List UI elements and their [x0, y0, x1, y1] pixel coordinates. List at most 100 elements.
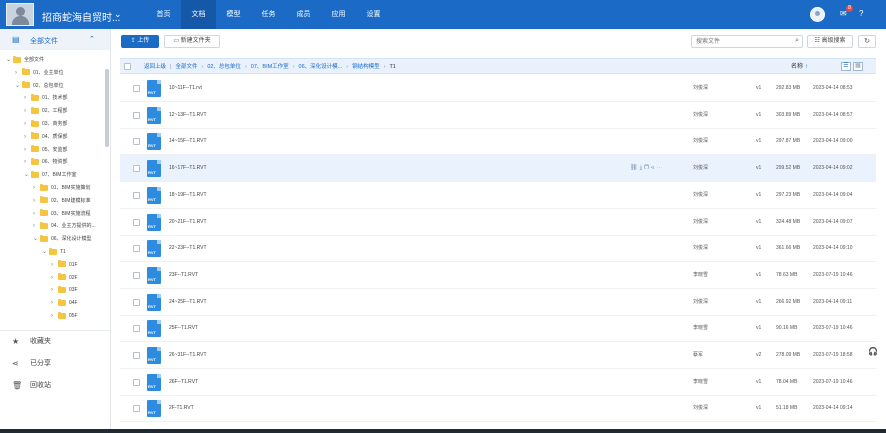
- nav-apps[interactable]: 应用: [321, 0, 356, 29]
- chevron-right-icon[interactable]: ›: [33, 195, 40, 207]
- table-row[interactable]: RVT 16~17F--T1.RVT ⛓⤓❐⋖⋯ 刘俊深 v1 299.52 MB 2023…: [120, 155, 876, 183]
- copy-icon[interactable]: ❐: [644, 165, 651, 171]
- table-row[interactable]: RVT 25F--T1.RVT 李晓雪 v1 90.16 MB 2023-07-19 10…: [120, 315, 876, 343]
- new-folder-button[interactable]: ▭ 新建文件夹: [164, 35, 220, 48]
- breadcrumb-item[interactable]: 02、总包单位: [207, 59, 241, 75]
- row-checkbox[interactable]: [133, 138, 140, 146]
- row-checkbox[interactable]: [133, 378, 140, 386]
- tree-item[interactable]: › 01F: [51, 259, 78, 271]
- tree-item[interactable]: › 02F: [51, 272, 78, 284]
- breadcrumb-back[interactable]: 返回上级: [144, 59, 166, 75]
- chevron-right-icon[interactable]: ›: [24, 156, 31, 168]
- file-name[interactable]: 25F--T1.RVT: [169, 315, 198, 342]
- advanced-search-button[interactable]: ☷ 高级搜索: [807, 35, 853, 48]
- breadcrumb-item[interactable]: 07、BIM工作室: [251, 59, 289, 75]
- tree-item[interactable]: › 03、商务部: [24, 118, 68, 130]
- table-row[interactable]: RVT 14~15F--T1.RVT 刘俊深 v1 297.87 MB 2023-04-1…: [120, 128, 876, 156]
- sidebar-item-favorites[interactable]: ★ 收藏夹: [0, 331, 110, 353]
- grid-view-icon[interactable]: ▦: [853, 62, 863, 71]
- chevron-down-icon[interactable]: ⌄: [6, 54, 13, 66]
- table-row[interactable]: RVT 10~11F--T1.rvt 刘俊深 v1 292.83 MB 2023-04-1…: [120, 75, 876, 102]
- tree-item[interactable]: › 04、业主方提供的...: [33, 220, 96, 232]
- chevron-right-icon[interactable]: ›: [33, 208, 40, 220]
- tree-item[interactable]: ⌄ 07、BIM工作室: [24, 169, 76, 181]
- table-row[interactable]: RVT 26F--T1.RVT 李晓雪 v1 78.04 MB 2023-07-19 10…: [120, 369, 876, 396]
- chevron-right-icon[interactable]: ›: [24, 105, 31, 117]
- row-checkbox[interactable]: [133, 271, 140, 279]
- file-name[interactable]: 22~23F--T1.RVT: [169, 235, 207, 262]
- file-name[interactable]: 2F-T1.RVT: [169, 395, 194, 422]
- chevron-right-icon[interactable]: ›: [15, 67, 22, 79]
- tree-item[interactable]: › 04F: [51, 297, 78, 309]
- row-checkbox[interactable]: [133, 165, 140, 173]
- chevron-right-icon[interactable]: ›: [33, 182, 40, 194]
- row-checkbox[interactable]: [133, 298, 140, 306]
- chevron-right-icon[interactable]: ›: [24, 144, 31, 156]
- tree-item[interactable]: › 03、BIM实施流程: [33, 208, 90, 220]
- chevron-right-icon[interactable]: ›: [24, 131, 31, 143]
- select-all-checkbox[interactable]: [124, 63, 131, 70]
- nav-documents[interactable]: 文档: [181, 0, 216, 29]
- chevron-down-icon[interactable]: ⌄: [114, 9, 122, 20]
- chevron-right-icon[interactable]: ›: [51, 310, 58, 322]
- file-name[interactable]: 26F--T1.RVT: [169, 369, 198, 396]
- nav-home[interactable]: 首页: [146, 0, 181, 29]
- tree-item[interactable]: › 03F: [51, 284, 78, 296]
- file-name[interactable]: 20~21F--T1.RVT: [169, 209, 207, 236]
- chevron-down-icon[interactable]: ⌄: [42, 246, 49, 258]
- row-checkbox[interactable]: [133, 325, 140, 333]
- chevron-right-icon[interactable]: ›: [33, 220, 40, 232]
- chevron-right-icon[interactable]: ›: [51, 284, 58, 296]
- tree-item[interactable]: ⌄ 02、总包单位: [15, 80, 64, 92]
- nav-settings[interactable]: 设置: [356, 0, 391, 29]
- nav-models[interactable]: 模型: [216, 0, 251, 29]
- project-logo[interactable]: [6, 3, 34, 26]
- file-name[interactable]: 26~31F--T1.RVT: [169, 342, 207, 369]
- tree-item[interactable]: › 05、安监部: [24, 144, 68, 156]
- table-row[interactable]: RVT 12~13F--T1.RVT 刘俊深 v1 303.89 MB 2023-04-1…: [120, 102, 876, 129]
- table-row[interactable]: RVT 23F--T1.RVT 李晓雪 v1 78.63 MB 2023-07-19 10…: [120, 262, 876, 289]
- row-checkbox[interactable]: [133, 245, 140, 253]
- chevron-right-icon[interactable]: ›: [51, 272, 58, 284]
- chevron-right-icon[interactable]: ›: [51, 259, 58, 271]
- sidebar-all-files[interactable]: ▤ 全部文件 ⌃: [0, 29, 110, 50]
- row-checkbox[interactable]: [133, 352, 140, 359]
- row-checkbox[interactable]: [133, 191, 140, 199]
- chevron-right-icon[interactable]: ›: [24, 118, 31, 130]
- breadcrumb-item[interactable]: 钢结构模型: [352, 59, 380, 75]
- breadcrumb-item[interactable]: 06、深化设计模...: [299, 59, 343, 75]
- row-checkbox[interactable]: [133, 218, 140, 226]
- table-row[interactable]: RVT 18~19F--T1.RVT 刘俊深 v1 297.23 MB 2023-04-1…: [120, 182, 876, 209]
- breadcrumb-item[interactable]: 全部文件: [175, 59, 197, 75]
- table-row[interactable]: RVT 26~31F--T1.RVT 蔡军 v2 278.09 MB 2023-07-19…: [120, 342, 876, 369]
- row-checkbox[interactable]: [133, 85, 140, 92]
- tree-item[interactable]: › 02、工程部: [24, 105, 68, 117]
- tree-item[interactable]: › 05F: [51, 310, 78, 322]
- file-name[interactable]: 10~11F--T1.rvt: [169, 75, 202, 102]
- table-row[interactable]: RVT 2F-T1.RVT 刘俊深 v1 51.18 MB 2023-04-14 09:1…: [120, 395, 876, 423]
- table-row[interactable]: RVT 24~25F--T1.RVT 刘俊深 v1 266.92 MB 2023-04-1…: [120, 289, 876, 316]
- chevron-right-icon[interactable]: ›: [51, 297, 58, 309]
- chevron-down-icon[interactable]: ⌄: [24, 169, 31, 181]
- help-icon[interactable]: ?: [859, 9, 863, 18]
- tree-item[interactable]: ⌄ 全部文件: [6, 54, 44, 66]
- share-icon[interactable]: ⛓: [630, 165, 640, 171]
- avatar[interactable]: [810, 7, 825, 22]
- chevron-down-icon[interactable]: ⌄: [33, 233, 40, 245]
- more-icon[interactable]: ⋯: [656, 165, 664, 171]
- table-row[interactable]: RVT 22~23F--T1.RVT 刘俊深 v1 361.66 MB 2023-04-1…: [120, 235, 876, 263]
- refresh-button[interactable]: ↻: [858, 35, 876, 48]
- sidebar-scrollbar[interactable]: [105, 69, 109, 147]
- sidebar-item-trash[interactable]: 🗑 回收站: [0, 375, 110, 397]
- upload-button[interactable]: ⇪ 上传: [121, 35, 159, 48]
- list-view-icon[interactable]: ☰: [841, 62, 851, 71]
- search-input[interactable]: [692, 36, 790, 47]
- row-checkbox[interactable]: [133, 111, 140, 119]
- tree-item[interactable]: ⌄ T1: [42, 246, 66, 258]
- tree-item[interactable]: ⌄ 06、深化设计模型: [33, 233, 92, 245]
- row-checkbox[interactable]: [133, 405, 140, 413]
- chevron-up-icon[interactable]: ⌃: [89, 35, 95, 43]
- chevron-down-icon[interactable]: ⌄: [15, 80, 22, 92]
- row-actions[interactable]: ⛓⤓❐⋖⋯: [630, 155, 664, 182]
- headset-icon[interactable]: 🎧: [868, 347, 878, 356]
